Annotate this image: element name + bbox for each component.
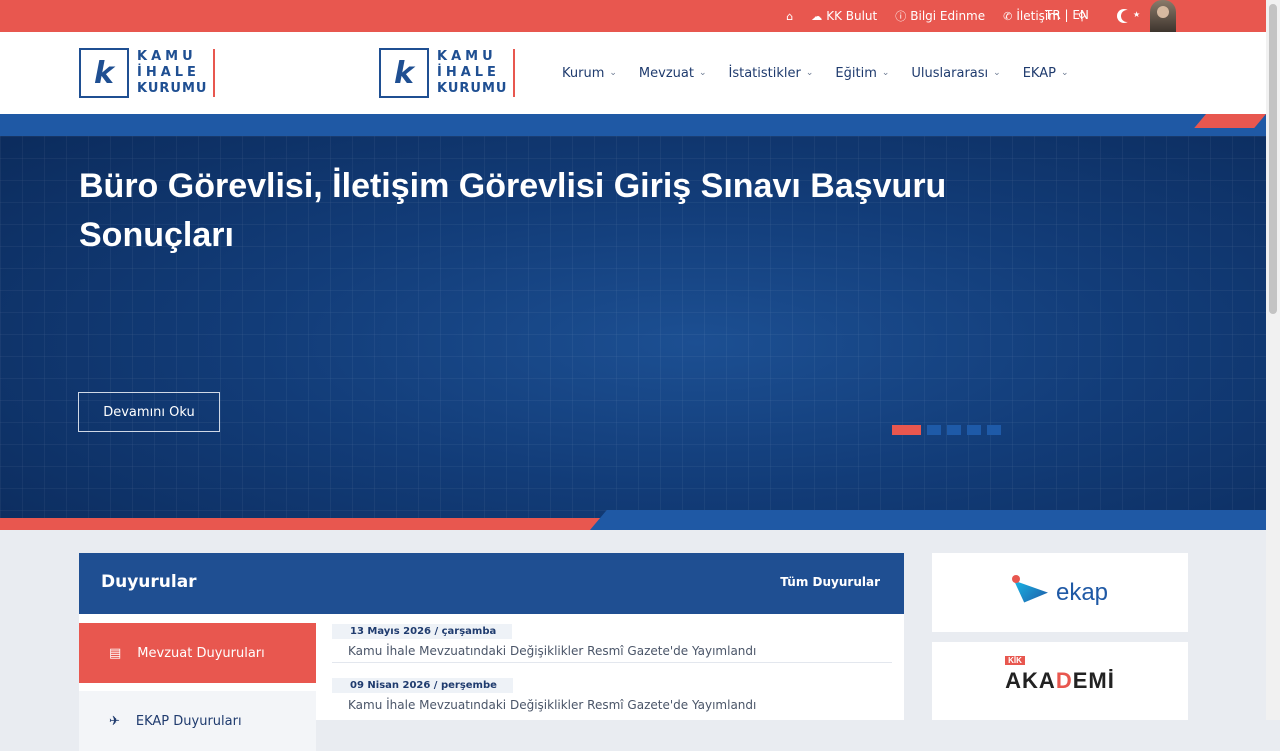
- kk-bulut-label: KK Bulut: [826, 9, 878, 23]
- akademi-logo: KİK AKADEMİ: [1005, 656, 1115, 693]
- logo-mark: k: [379, 48, 429, 98]
- list-item[interactable]: 09 Nisan 2026 / perşembe Kamu İhale Mevz…: [332, 673, 892, 712]
- ataturk-portrait: [1150, 0, 1176, 32]
- document-icon: ▤: [109, 645, 122, 661]
- turkish-flag-icon: ★: [1114, 6, 1144, 26]
- slider-dot[interactable]: [987, 425, 1001, 435]
- slider-dot[interactable]: [967, 425, 981, 435]
- logo-text: KAMU İHALE KURUMU: [137, 49, 216, 97]
- all-announcements-link[interactable]: Tüm Duyurular: [780, 575, 880, 589]
- nav-item-ekap[interactable]: EKAP ⌄: [1023, 66, 1069, 81]
- hero-bottom-blue-strip: [590, 510, 1266, 530]
- announcement-date: 09 Nisan 2026 / perşembe: [332, 678, 513, 693]
- cloud-icon: ☁: [811, 9, 823, 23]
- announcement-date: 13 Mayıs 2026 / çarşamba: [332, 624, 513, 639]
- info-icon: ⓘ: [895, 9, 907, 23]
- announcement-title[interactable]: Kamu İhale Mevzuatındaki Değişiklikler R…: [332, 698, 892, 712]
- read-more-button[interactable]: Devamını Oku: [78, 392, 220, 432]
- scrollbar-thumb[interactable]: [1269, 4, 1277, 314]
- chevron-down-icon: ⌄: [881, 68, 890, 78]
- bilgi-edinme-label: Bilgi Edinme: [910, 9, 986, 23]
- ekap-logo: ekap: [1011, 574, 1108, 611]
- slider-dot[interactable]: [892, 425, 921, 435]
- home-link[interactable]: ⌂: [786, 11, 793, 22]
- akademi-tile[interactable]: KİK AKADEMİ: [932, 642, 1188, 720]
- nav-item-egitim[interactable]: Eğitim ⌄: [835, 66, 889, 81]
- site-logo[interactable]: k KAMU İHALE KURUMU: [79, 46, 216, 100]
- logo-mark: k: [79, 48, 129, 98]
- bird-icon: [1011, 574, 1052, 611]
- chevron-down-icon: ⌄: [805, 68, 814, 78]
- announcements-title: Duyurular: [101, 572, 197, 592]
- hero-accent: [1194, 114, 1266, 128]
- chevron-down-icon: ⌄: [993, 68, 1001, 78]
- site-header: k KAMU İHALE KURUMU k KAMU İHALE KURUMU Kuru…: [0, 32, 1266, 114]
- logo-text: KAMU İHALE KURUMU: [437, 49, 516, 97]
- site-logo-secondary[interactable]: k KAMU İHALE KURUMU: [379, 46, 516, 100]
- hero-slider: Büro Görevlisi, İletişim Görevlisi Giriş…: [0, 114, 1266, 530]
- category-label: Mevzuat Duyuruları: [137, 645, 265, 661]
- list-item[interactable]: 13 Mayıs 2026 / çarşamba Kamu İhale Mevz…: [332, 619, 892, 663]
- hero-bottom-red-strip: [0, 518, 600, 530]
- slider-dot[interactable]: [927, 425, 941, 435]
- plane-icon: ✈: [109, 713, 120, 729]
- top-links: ⌂ ☁ KK Bulut ⓘ Bilgi Edinme ✆ İletişim ⚲: [786, 0, 1086, 32]
- home-icon: ⌂: [786, 9, 794, 23]
- chevron-down-icon: ⌄: [698, 68, 707, 78]
- bilgi-edinme-link[interactable]: ⓘ Bilgi Edinme: [895, 9, 985, 23]
- nav-item-mevzuat[interactable]: Mevzuat ⌄: [639, 66, 707, 81]
- category-mevzuat[interactable]: ▤ Mevzuat Duyuruları: [79, 623, 316, 683]
- page-scrollbar[interactable]: [1266, 0, 1280, 720]
- chevron-down-icon: ⌄: [609, 68, 617, 78]
- hero-title: Büro Görevlisi, İletişim Görevlisi Giriş…: [79, 167, 947, 254]
- announcements-panel: Duyurular Tüm Duyurular ▤ Mevzuat Duyuru…: [79, 553, 904, 751]
- category-ekap[interactable]: ✈ EKAP Duyuruları: [79, 691, 316, 751]
- kk-bulut-link[interactable]: ☁ KK Bulut: [811, 9, 877, 23]
- hero-top-strip: [0, 114, 1266, 136]
- announcements-header: Duyurular Tüm Duyurular: [79, 553, 904, 614]
- category-label: EKAP Duyuruları: [135, 713, 242, 729]
- nav-item-istatistikler[interactable]: İstatistikler ⌄: [729, 66, 814, 81]
- phone-icon: ✆: [1003, 9, 1013, 23]
- announcement-list: 13 Mayıs 2026 / çarşamba Kamu İhale Mevz…: [332, 619, 892, 722]
- top-bar: ⌂ ☁ KK Bulut ⓘ Bilgi Edinme ✆ İletişim ⚲ TR…: [0, 0, 1266, 32]
- ekap-tile[interactable]: ekap: [932, 553, 1188, 632]
- chevron-down-icon: ⌄: [1060, 68, 1069, 78]
- slider-dots: [892, 425, 1001, 435]
- main-nav: Kurum ⌄ Mevzuat ⌄ İstatistikler ⌄ Eğitim ⌄ U…: [562, 32, 1069, 114]
- announcement-title[interactable]: Kamu İhale Mevzuatındaki Değişiklikler R…: [332, 644, 892, 658]
- nav-item-kurum[interactable]: Kurum ⌄: [562, 66, 617, 81]
- nav-item-uluslararasi[interactable]: Uluslararası ⌄: [911, 66, 1000, 81]
- slider-dot[interactable]: [947, 425, 961, 435]
- language-switch[interactable]: TR | EN: [1045, 8, 1089, 22]
